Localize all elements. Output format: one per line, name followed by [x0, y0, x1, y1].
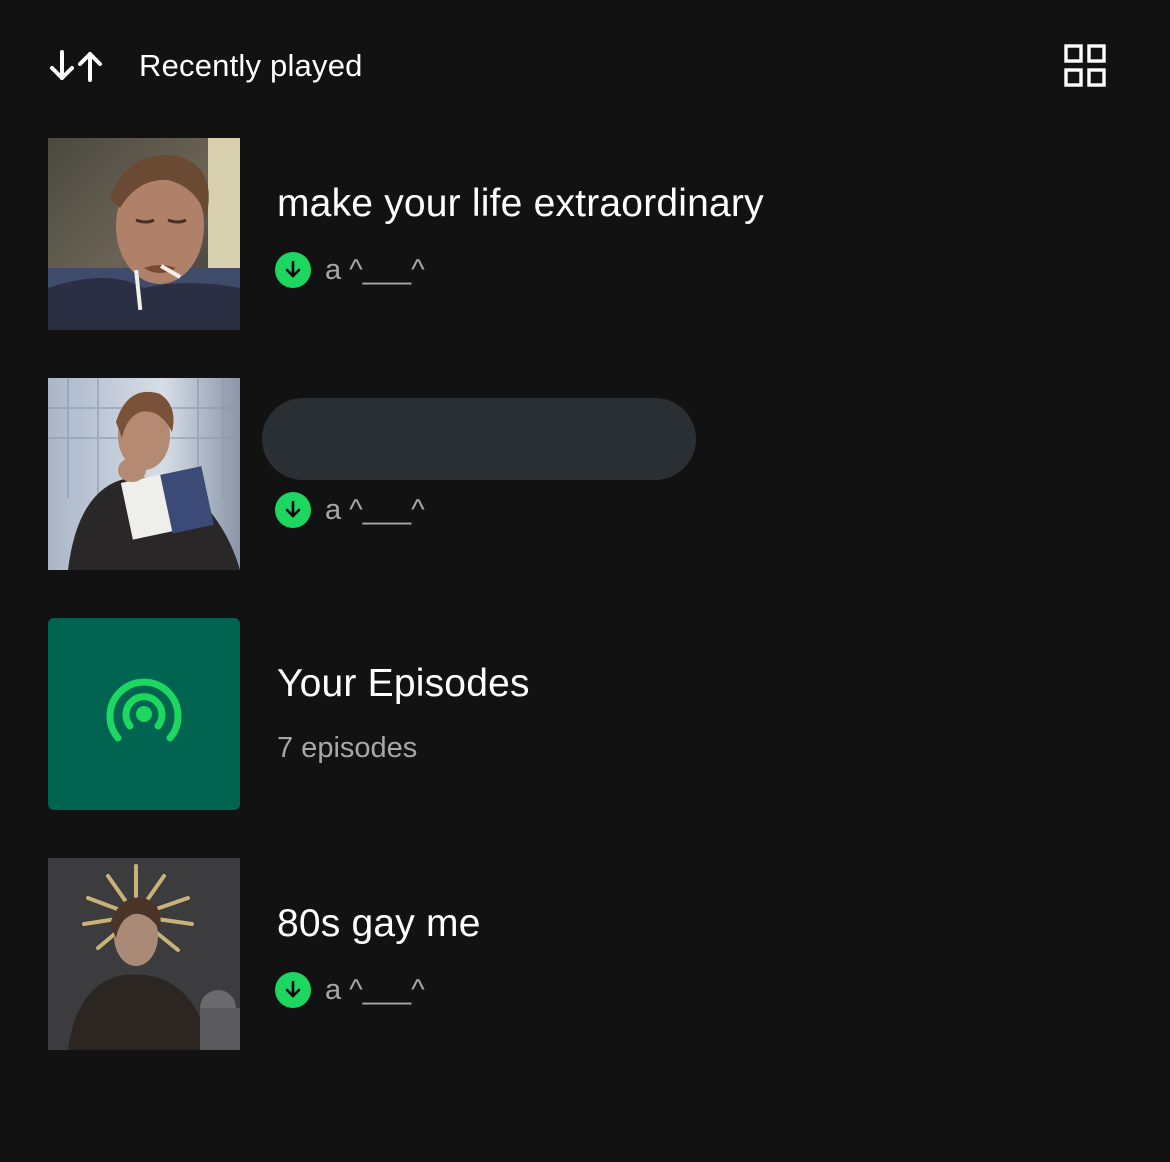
playlist-artwork — [48, 138, 240, 330]
downloaded-icon — [275, 492, 311, 528]
grid-view-icon — [1064, 44, 1106, 87]
item-subtitle-row: a ^___^ — [275, 492, 425, 528]
sort-label[interactable]: Recently played — [139, 44, 363, 88]
playlist-artwork — [48, 858, 240, 1050]
sort-arrows-icon — [50, 50, 102, 82]
item-owner: a ^___^ — [325, 973, 425, 1006]
item-owner: a ^___^ — [325, 253, 425, 286]
library-screen: Recently played make your life extraordi… — [0, 0, 1170, 1162]
downloaded-icon — [275, 972, 311, 1008]
item-subtitle-row: a ^___^ — [275, 252, 425, 288]
library-header: Recently played — [0, 0, 1170, 130]
library-item[interactable]: make your life extraordinary a ^___^ — [48, 138, 1128, 330]
item-title: make your life extraordinary — [277, 182, 764, 225]
downloaded-icon — [275, 252, 311, 288]
sort-button[interactable] — [48, 44, 104, 88]
redacted-title — [262, 398, 696, 480]
library-item[interactable]: 80s gay me a ^___^ — [48, 858, 1128, 1050]
item-subtitle-row: 7 episodes — [277, 730, 417, 766]
playlist-artwork — [48, 378, 240, 570]
library-item[interactable]: Your Episodes 7 episodes — [48, 618, 1128, 810]
item-owner: a ^___^ — [325, 493, 425, 526]
grid-view-button[interactable] — [1062, 42, 1110, 90]
library-item[interactable]: a ^___^ — [48, 378, 1128, 570]
episodes-artwork — [48, 618, 240, 810]
item-title: Your Episodes — [277, 662, 530, 705]
item-title: 80s gay me — [277, 902, 481, 945]
item-subtitle-row: a ^___^ — [275, 972, 425, 1008]
podcast-icon — [106, 678, 182, 742]
episode-count: 7 episodes — [277, 731, 418, 764]
